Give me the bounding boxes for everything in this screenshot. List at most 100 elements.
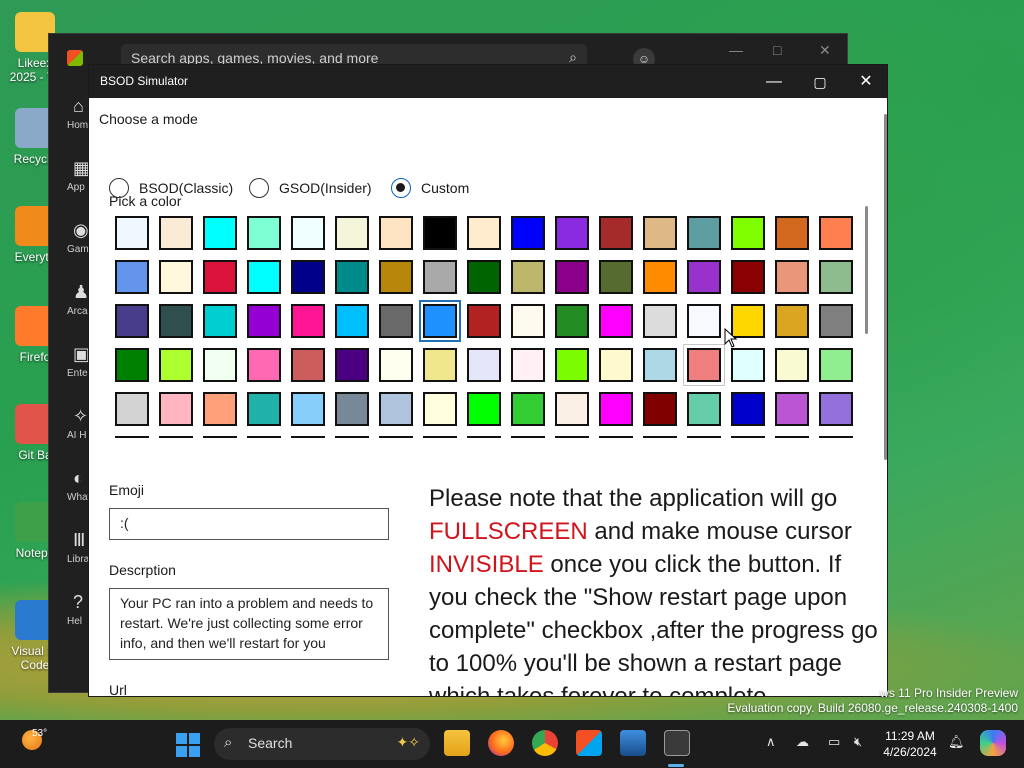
color-swatch[interactable] xyxy=(775,216,809,250)
color-swatch[interactable] xyxy=(467,260,501,294)
store-nav-item[interactable]: Ⅲ Libra xyxy=(49,524,89,586)
volume-icon[interactable]: 🔇︎ xyxy=(854,734,862,750)
color-swatch[interactable] xyxy=(203,348,237,382)
color-swatch[interactable] xyxy=(159,260,193,294)
color-swatch[interactable] xyxy=(643,260,677,294)
color-swatch[interactable] xyxy=(555,392,589,426)
color-swatch[interactable] xyxy=(599,260,633,294)
color-swatch[interactable] xyxy=(687,260,721,294)
color-swatch[interactable] xyxy=(643,392,677,426)
color-swatch[interactable] xyxy=(731,216,765,250)
color-swatch[interactable] xyxy=(419,300,461,342)
color-swatch[interactable] xyxy=(335,216,369,250)
microsoft-store-icon[interactable] xyxy=(576,730,602,756)
color-swatch[interactable] xyxy=(819,392,853,426)
close-button[interactable]: ✕ xyxy=(843,70,887,94)
color-swatch[interactable] xyxy=(247,348,281,382)
color-swatch[interactable] xyxy=(159,348,193,382)
color-swatch[interactable] xyxy=(599,392,633,426)
color-swatch[interactable] xyxy=(423,348,457,382)
color-swatch[interactable] xyxy=(643,348,677,382)
color-swatch[interactable] xyxy=(555,216,589,250)
color-swatch[interactable] xyxy=(115,392,149,426)
store-nav-item[interactable]: ◉ Gam xyxy=(49,214,89,276)
color-swatch[interactable] xyxy=(819,260,853,294)
color-swatch[interactable] xyxy=(379,436,413,438)
color-swatch[interactable] xyxy=(511,392,545,426)
radio-gsod-insider[interactable]: GSOD(Insider) xyxy=(249,178,372,200)
color-swatch[interactable] xyxy=(423,260,457,294)
file-explorer-icon[interactable] xyxy=(444,730,470,756)
color-swatch[interactable] xyxy=(159,392,193,426)
store-nav-item[interactable]: ⌂ Hom xyxy=(49,90,89,152)
maximize-button[interactable]: ▢ xyxy=(797,70,843,94)
color-swatch[interactable] xyxy=(511,348,545,382)
close-icon[interactable]: ✕ xyxy=(819,42,831,59)
start-icon[interactable] xyxy=(176,733,200,757)
chevron-up-icon[interactable]: ∧ xyxy=(766,734,776,750)
color-swatch[interactable] xyxy=(467,436,501,438)
color-swatch[interactable] xyxy=(335,436,369,438)
store-nav-item[interactable]: ♟ Arca xyxy=(49,276,89,338)
color-swatch[interactable] xyxy=(291,304,325,338)
color-swatch[interactable] xyxy=(247,216,281,250)
color-swatch[interactable] xyxy=(203,216,237,250)
color-swatch[interactable] xyxy=(203,392,237,426)
firefox-icon[interactable] xyxy=(488,730,514,756)
color-swatch[interactable] xyxy=(643,436,677,438)
radio-circle[interactable] xyxy=(249,178,269,198)
color-swatch[interactable] xyxy=(683,344,725,386)
color-swatch[interactable] xyxy=(511,260,545,294)
color-swatch[interactable] xyxy=(819,348,853,382)
color-swatch[interactable] xyxy=(775,260,809,294)
color-swatch[interactable] xyxy=(467,348,501,382)
color-swatch[interactable] xyxy=(159,304,193,338)
color-swatch[interactable] xyxy=(423,216,457,250)
color-swatch[interactable] xyxy=(247,392,281,426)
color-swatch[interactable] xyxy=(291,348,325,382)
color-swatch[interactable] xyxy=(775,392,809,426)
store-nav-item[interactable]: ◐ What's xyxy=(49,462,97,524)
emoji-input[interactable]: :( xyxy=(109,508,389,540)
color-swatch[interactable] xyxy=(291,216,325,250)
color-swatch[interactable] xyxy=(467,304,501,338)
color-swatch[interactable] xyxy=(775,348,809,382)
color-swatch[interactable] xyxy=(379,216,413,250)
color-swatch[interactable] xyxy=(115,304,149,338)
color-swatch[interactable] xyxy=(687,436,721,438)
color-swatch[interactable] xyxy=(423,436,457,438)
color-swatch[interactable] xyxy=(555,304,589,338)
bsod-simulator-taskbar-icon[interactable] xyxy=(664,730,690,756)
color-swatch[interactable] xyxy=(379,392,413,426)
photos-icon[interactable] xyxy=(620,730,646,756)
color-swatch[interactable] xyxy=(203,304,237,338)
color-swatch[interactable] xyxy=(643,304,677,338)
taskbar-search[interactable]: ⌕ Search ✦✧ xyxy=(214,728,430,760)
color-swatch[interactable] xyxy=(599,216,633,250)
color-swatch[interactable] xyxy=(291,392,325,426)
color-swatch[interactable] xyxy=(731,392,765,426)
color-swatch[interactable] xyxy=(643,216,677,250)
color-swatch[interactable] xyxy=(731,436,765,438)
color-swatch[interactable] xyxy=(159,216,193,250)
color-swatch[interactable] xyxy=(335,348,369,382)
store-nav-item[interactable]: ? Hel xyxy=(49,586,89,648)
color-swatch[interactable] xyxy=(115,436,149,438)
color-swatch[interactable] xyxy=(687,216,721,250)
color-swatch[interactable] xyxy=(599,436,633,438)
color-swatch[interactable] xyxy=(335,392,369,426)
color-swatch[interactable] xyxy=(819,436,853,438)
color-swatch[interactable] xyxy=(379,304,413,338)
color-swatch[interactable] xyxy=(555,348,589,382)
color-swatch[interactable] xyxy=(379,348,413,382)
color-swatch[interactable] xyxy=(247,304,281,338)
color-swatch[interactable] xyxy=(203,436,237,438)
color-swatch[interactable] xyxy=(511,436,545,438)
color-swatch[interactable] xyxy=(819,216,853,250)
color-swatch[interactable] xyxy=(775,436,809,438)
store-nav-item[interactable]: ✧ AI H xyxy=(49,400,89,462)
color-swatch[interactable] xyxy=(115,260,149,294)
color-swatch[interactable] xyxy=(423,392,457,426)
radio-circle[interactable] xyxy=(391,178,411,198)
store-nav-item[interactable]: ▦ App xyxy=(49,152,90,214)
